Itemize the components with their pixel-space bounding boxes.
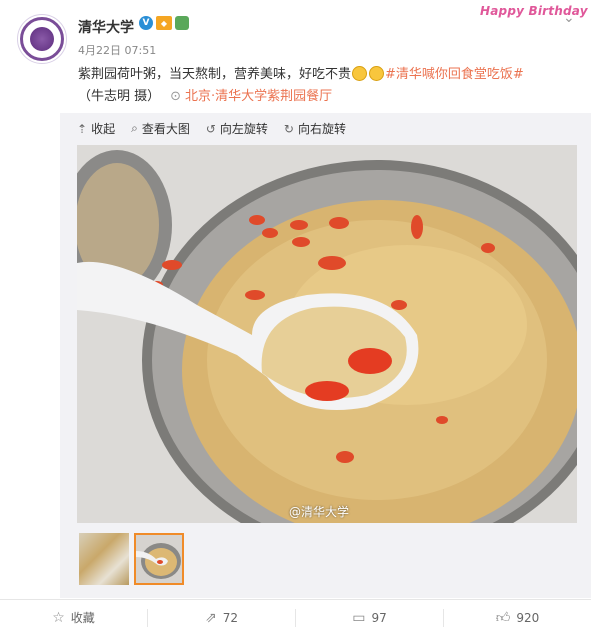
post-action-bar: ☆ 收藏 ⇗ 72 ▭ 97 👍︎ 920 bbox=[0, 599, 591, 635]
watermark-text: @清华大学 bbox=[289, 505, 350, 519]
author-avatar[interactable] bbox=[17, 14, 67, 64]
location-pin-icon: ⊙ bbox=[170, 89, 182, 104]
collapse-label: 收起 bbox=[91, 122, 116, 136]
author-name[interactable]: 清华大学 bbox=[78, 17, 134, 37]
collapse-button[interactable]: ⇡ 收起 bbox=[77, 120, 115, 137]
rotate-right-label: 向右旋转 bbox=[297, 122, 346, 136]
like-button[interactable]: 👍︎ 920 bbox=[443, 608, 591, 627]
thumbs-up-icon: 👍︎ bbox=[495, 610, 511, 626]
view-large-button[interactable]: ⌕ 查看大图 bbox=[131, 120, 190, 137]
weibo-post-card: 清华大学 V ◆ 4月22日 07:51 Happy Birthday ⌄ 紫荆… bbox=[0, 0, 591, 634]
magnifier-icon: ⌕ bbox=[131, 121, 138, 135]
smile-emoji-icon bbox=[352, 66, 368, 81]
tsinghua-seal-logo bbox=[20, 17, 64, 61]
topic-link[interactable]: #清华喊你回食堂吃饭# bbox=[385, 67, 524, 82]
rotate-right-icon: ↻ bbox=[283, 121, 294, 136]
main-photo[interactable] bbox=[77, 145, 577, 523]
rotate-left-label: 向左旋转 bbox=[219, 122, 268, 136]
comment-button[interactable]: ▭ 97 bbox=[295, 608, 443, 627]
star-icon: ☆ bbox=[52, 609, 65, 626]
comment-count: 97 bbox=[371, 610, 387, 625]
location-link[interactable]: 北京·清华大学紫荆园餐厅 bbox=[185, 89, 332, 104]
rotate-left-icon: ↺ bbox=[205, 121, 216, 136]
media-toolbar: ⇡ 收起 ⌕ 查看大图 ↺ 向左旋转 ↻ 向右旋转 bbox=[77, 120, 346, 137]
thumbnail-2-selected[interactable] bbox=[134, 533, 184, 585]
view-large-label: 查看大图 bbox=[141, 122, 190, 136]
verified-badge-icon[interactable]: V bbox=[139, 16, 153, 30]
vip-badge-icon[interactable]: ◆ bbox=[156, 16, 172, 30]
author-badges: V ◆ bbox=[139, 16, 189, 30]
chevron-down-icon[interactable]: ⌄ bbox=[563, 10, 575, 26]
comment-icon: ▭ bbox=[352, 609, 366, 626]
photo-credit: （牛志明 摄） bbox=[78, 89, 161, 104]
favorite-label: 收藏 bbox=[70, 611, 95, 625]
arrow-up-icon: ⇡ bbox=[77, 121, 88, 136]
thumbnail-bowl-image bbox=[136, 535, 182, 583]
share-icon: ⇗ bbox=[204, 609, 217, 626]
post-text: 紫荆园荷叶粥，当天熬制，营养美味，好吃不贵 #清华喊你回食堂吃饭# （牛志明 摄）… bbox=[78, 64, 573, 108]
forward-count: 72 bbox=[222, 610, 238, 625]
post-body-text: 紫荆园荷叶粥，当天熬制，营养美味，好吃不贵 bbox=[78, 67, 352, 82]
favorite-button[interactable]: ☆ 收藏 bbox=[0, 609, 147, 626]
thumbnail-1[interactable] bbox=[79, 533, 129, 585]
image-watermark: @清华大学 bbox=[289, 503, 349, 520]
green-badge-icon[interactable] bbox=[175, 16, 189, 30]
like-count: 920 bbox=[516, 610, 540, 625]
post-timestamp[interactable]: 4月22日 07:51 bbox=[78, 42, 156, 58]
rotate-right-button[interactable]: ↻ 向右旋转 bbox=[284, 120, 346, 137]
forward-button[interactable]: ⇗ 72 bbox=[147, 608, 295, 627]
smile-emoji-icon bbox=[369, 66, 385, 81]
rotate-left-button[interactable]: ↺ 向左旋转 bbox=[206, 120, 268, 137]
porridge-bowl-image bbox=[77, 145, 577, 523]
